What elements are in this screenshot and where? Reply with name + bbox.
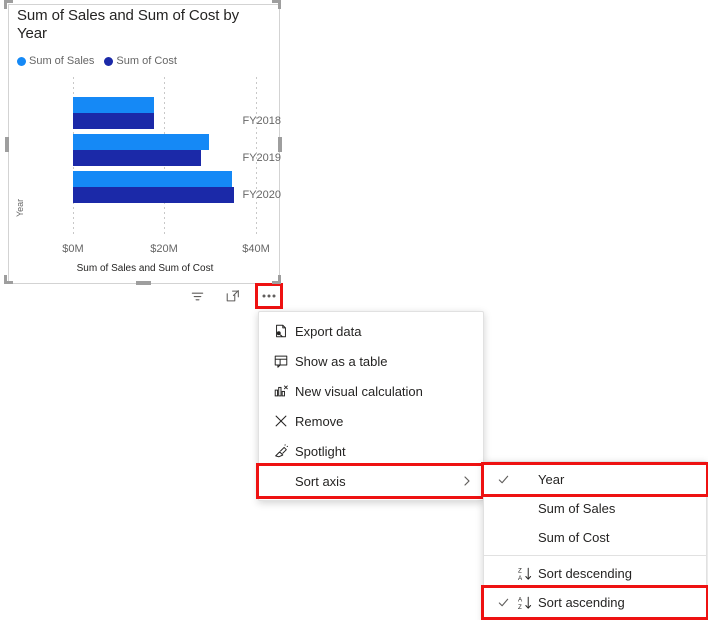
screenshot-root: Sum of Sales and Sum of Cost by Year Sum… [0,0,708,620]
menu-item-new-visual-calculation[interactable]: New visual calculation [259,376,483,406]
legend-dot-sales [17,56,26,66]
focus-mode-button[interactable] [222,286,244,306]
resize-handle-bottom-right[interactable] [272,275,281,284]
menu-item-label: Export data [295,323,362,339]
legend-label-sales: Sum of Sales [29,55,95,67]
submenu-item-sum-of-sales[interactable]: Sum of Sales [484,494,706,523]
resize-handle-bottom-middle[interactable] [136,281,151,285]
spotlight-icon [267,443,295,459]
more-options-button[interactable] [255,283,283,309]
filter-button[interactable] [186,286,208,306]
menu-item-export-data[interactable]: Export data [259,316,483,346]
submenu-divider [484,555,706,556]
legend-label-cost: Sum of Cost [116,55,177,67]
svg-text:Z: Z [518,604,522,611]
resize-handle-top-right[interactable] [272,0,281,9]
chart-title: Sum of Sales and Sum of Cost by Year [17,7,240,42]
chart-plot-area: Year FY2018 FY2019 FY2020 $0M $20M $40M [9,77,281,255]
y-axis-title: Year [15,198,25,217]
category-label-fy2019: FY2019 [242,152,281,164]
category-label-fy2018: FY2018 [242,115,281,127]
visual-header-toolbar [186,283,283,309]
sort-descending-icon: Z A [514,566,538,582]
menu-item-label: Spotlight [295,443,346,459]
category-label-fy2020: FY2020 [242,189,281,201]
export-data-icon [267,323,295,339]
resize-handle-top-left[interactable] [4,0,13,9]
menu-item-remove[interactable]: Remove [259,406,483,436]
submenu-item-sum-of-cost[interactable]: Sum of Cost [484,523,706,552]
menu-item-spotlight[interactable]: Spotlight [259,436,483,466]
bar-cost-fy2019[interactable] [73,150,201,166]
legend-item-sum-of-cost[interactable]: Sum of Cost [104,55,177,67]
x-tick-20m: $20M [150,243,178,255]
menu-item-show-as-a-table[interactable]: Show as a table [259,346,483,376]
legend-dot-cost [104,56,114,66]
menu-item-label: Show as a table [295,353,388,369]
filter-icon [190,289,205,304]
submenu-item-label: Sort ascending [538,595,625,610]
x-tick-40m: $40M [242,243,270,255]
menu-item-label: New visual calculation [295,383,423,399]
remove-icon [267,413,295,429]
svg-text:Z: Z [518,567,522,574]
submenu-item-label: Year [538,472,565,487]
submenu-item-sort-descending[interactable]: Z A Sort descending [484,559,706,588]
chart-legend: Sum of Sales Sum of Cost [17,55,177,67]
submenu-item-label: Sum of Sales [538,501,616,516]
x-axis-title: Sum of Sales and Sum of Cost [76,263,214,274]
bar-cost-fy2020[interactable] [73,187,234,203]
resize-handle-bottom-left[interactable] [4,275,13,284]
checkmark-icon [492,596,514,609]
bar-cost-fy2018[interactable] [73,113,154,129]
chevron-right-icon [461,475,473,487]
submenu-item-label: Sort descending [538,566,632,581]
bar-sales-fy2018[interactable] [73,97,154,113]
resize-handle-left-middle[interactable] [5,137,9,152]
focus-mode-icon [225,288,241,304]
sort-axis-submenu: Year Sum of Sales Sum of Cost Z A Sort d… [481,461,708,620]
submenu-item-label: Sum of Cost [538,530,610,545]
bar-sales-fy2020[interactable] [73,171,232,187]
checkmark-icon [492,473,514,486]
bar-sales-fy2019[interactable] [73,134,209,150]
visual-context-menu: Export data Show as a table New visual c… [256,311,486,501]
sort-ascending-icon: A Z [514,595,538,611]
chart-visual-container[interactable]: Sum of Sales and Sum of Cost by Year Sum… [8,4,281,284]
submenu-item-year[interactable]: Year [481,462,708,497]
svg-text:A: A [518,575,523,582]
x-tick-0m: $0M [62,243,84,255]
legend-item-sum-of-sales[interactable]: Sum of Sales [17,55,94,67]
new-visual-calculation-icon [267,383,295,399]
menu-item-sort-axis[interactable]: Sort axis [256,463,486,499]
show-as-table-icon [267,353,295,369]
resize-handle-right-middle[interactable] [278,137,282,152]
svg-text:A: A [518,596,523,603]
menu-item-label: Sort axis [295,473,346,489]
more-options-icon [260,293,278,299]
menu-item-label: Remove [295,413,344,429]
submenu-item-sort-ascending[interactable]: A Z Sort ascending [481,585,708,620]
